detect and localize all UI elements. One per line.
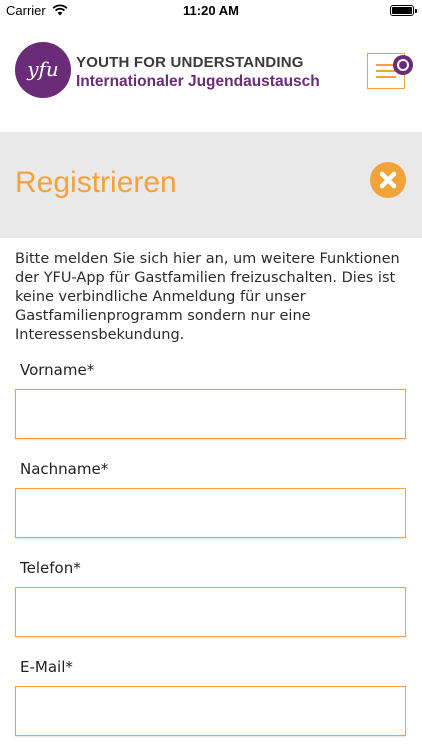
email-label: E-Mail* [20,658,73,676]
status-bar: Carrier 11:20 AM [0,0,422,22]
brand-subtitle: Internationaler Jugendaustausch [76,73,320,90]
intro-text: Bitte melden Sie sich hier an, um weiter… [15,251,400,343]
logo-text: yfu [27,57,59,81]
notification-badge-icon[interactable] [393,55,413,75]
close-icon [379,171,397,189]
hamburger-line [376,70,396,72]
app-header: yfu YOUTH FOR UNDERSTANDING Internationa… [0,22,422,132]
close-button[interactable] [370,162,406,198]
phone-input[interactable] [15,587,406,637]
last-name-label: Nachname* [20,460,109,478]
phone-label: Telefon* [20,559,81,577]
yfu-logo[interactable]: yfu [15,42,71,98]
last-name-input[interactable] [15,488,406,538]
brand-title: YOUTH FOR UNDERSTANDING [76,54,304,71]
battery-icon [390,5,417,16]
email-input[interactable] [15,686,406,736]
clock: 11:20 AM [183,3,239,18]
first-name-input[interactable] [15,389,406,439]
title-band: Registrieren [0,132,422,238]
first-name-label: Vorname* [20,361,95,379]
hamburger-line [376,76,396,78]
page-title: Registrieren [15,166,177,199]
